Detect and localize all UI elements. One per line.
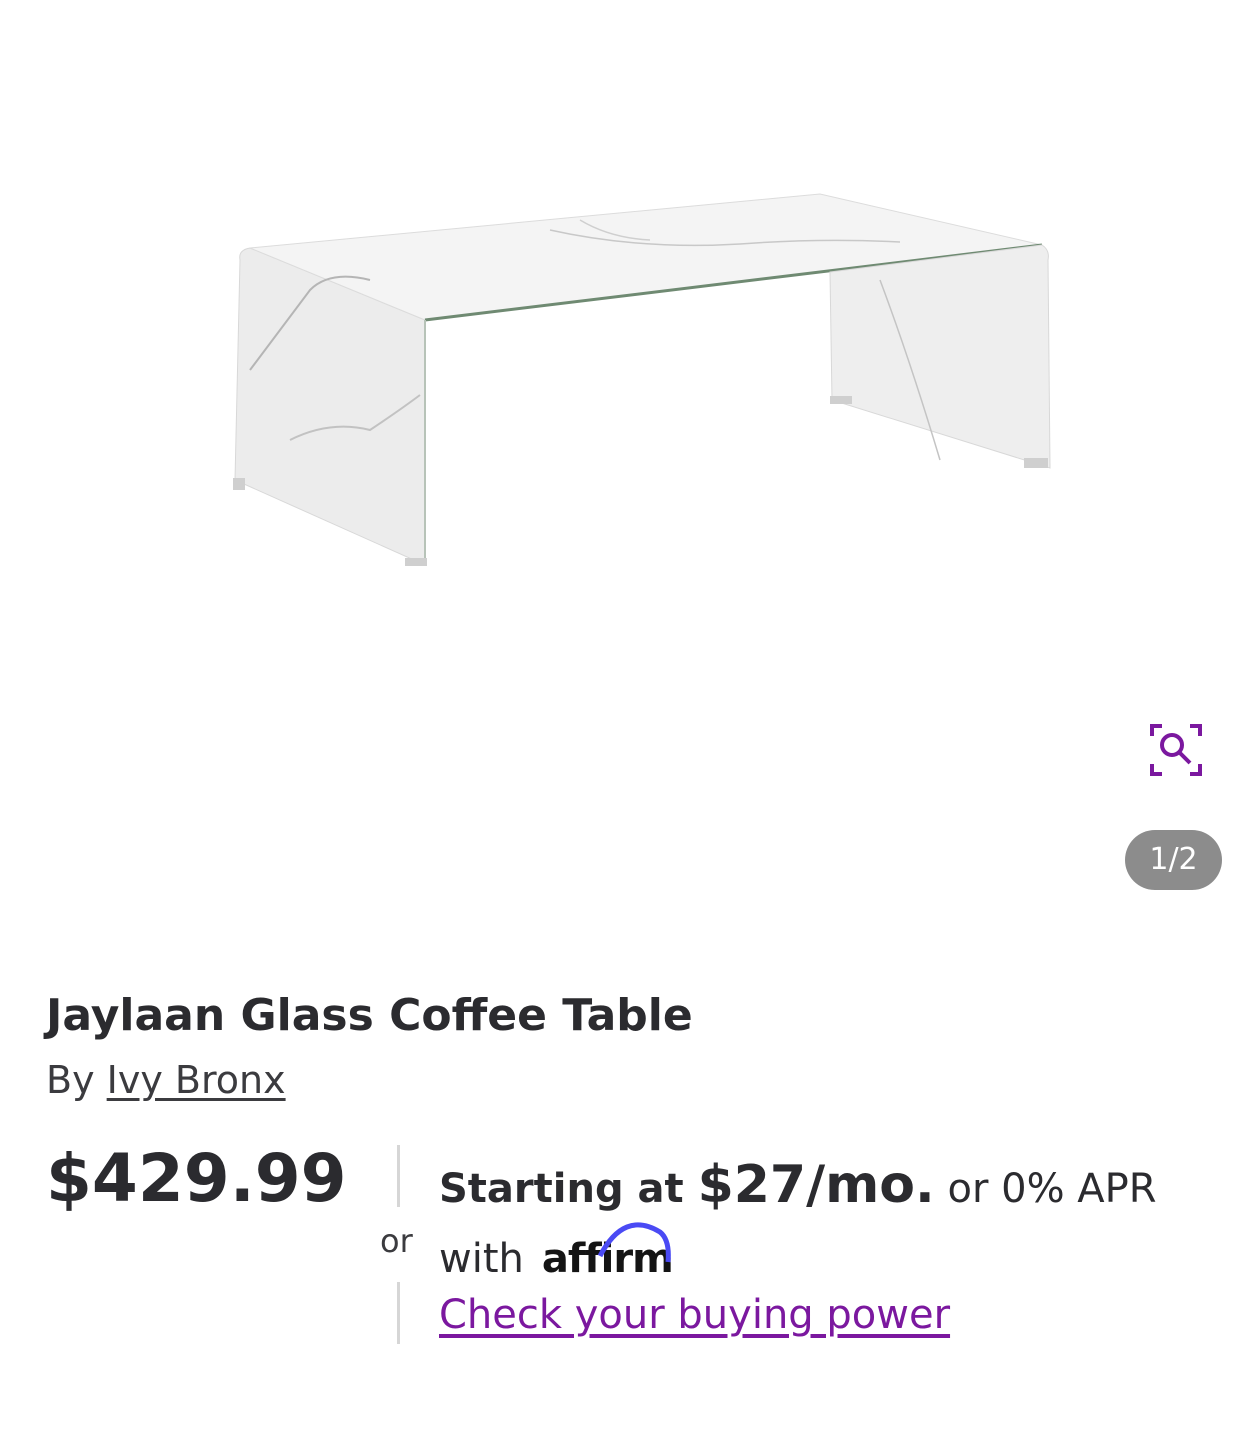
product-title: Jaylaan Glass Coffee Table [46, 990, 693, 1041]
affirm-arc-icon [597, 1222, 671, 1263]
check-buying-power-link[interactable]: Check your buying power [439, 1292, 950, 1338]
divider-bottom [397, 1282, 400, 1344]
product-price: $429.99 [46, 1140, 347, 1217]
starting-at-label: Starting at [439, 1166, 698, 1212]
brand-link[interactable]: Ivy Bronx [107, 1058, 286, 1102]
zoom-magnifier-icon[interactable] [1146, 720, 1206, 780]
brand-byline: By Ivy Bronx [46, 1058, 286, 1102]
apr-text: or 0% APR [934, 1166, 1157, 1212]
financing-offer: Starting at $27/mo. or 0% APR with affirm [439, 1150, 1199, 1294]
with-label: with [439, 1236, 524, 1282]
monthly-price: $27/mo. [697, 1155, 935, 1215]
affirm-logo: affirm [542, 1222, 674, 1294]
byline-prefix: By [46, 1058, 107, 1102]
image-counter-badge: 1/2 [1125, 830, 1222, 890]
product-image[interactable] [220, 180, 1060, 580]
product-gallery[interactable]: 1/2 [0, 0, 1256, 930]
divider-top [397, 1145, 400, 1207]
financing-line-1: Starting at $27/mo. or 0% APR [439, 1150, 1199, 1224]
financing-line-2: with affirm [439, 1222, 1199, 1294]
or-label: or [380, 1222, 413, 1260]
